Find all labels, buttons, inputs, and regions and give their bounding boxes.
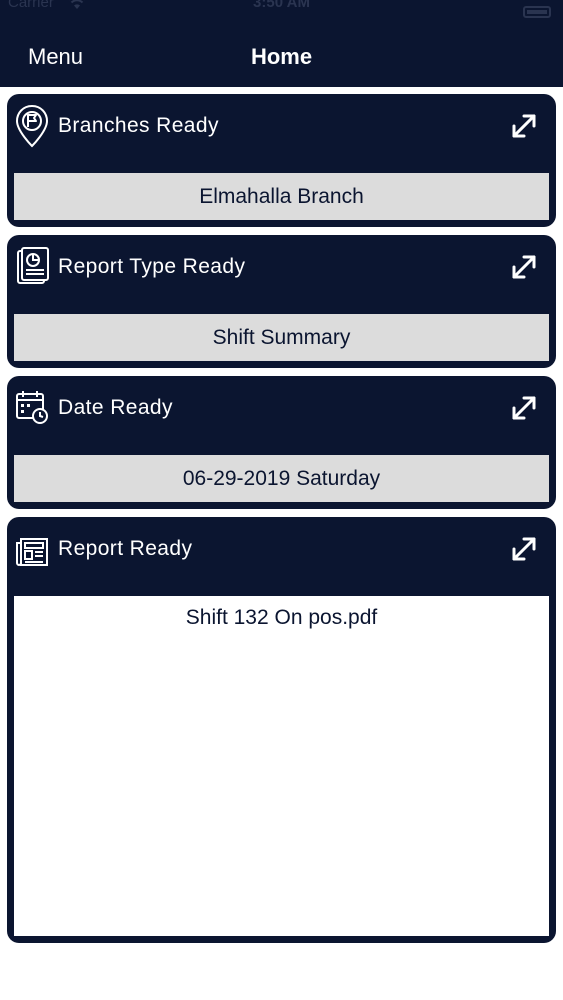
report-list: Shift 132 On pos.pdf bbox=[14, 596, 549, 936]
card-header: Date Ready bbox=[7, 376, 556, 454]
expand-button[interactable] bbox=[506, 249, 542, 285]
card-header: Branches Ready bbox=[7, 94, 556, 172]
page-title: Home bbox=[250, 44, 313, 69]
date-select[interactable]: 06-29-2019 Saturday bbox=[14, 455, 549, 502]
report-type-card: Report Type Ready Shift Summary bbox=[7, 235, 556, 368]
location-pin-icon bbox=[15, 104, 49, 148]
expand-arrows-icon bbox=[512, 114, 536, 138]
report-type-select[interactable]: Shift Summary bbox=[14, 314, 549, 361]
card-title: Report Type Ready bbox=[58, 255, 246, 278]
card-title: Date Ready bbox=[58, 396, 173, 419]
report-file-item[interactable]: Shift 132 On pos.pdf bbox=[14, 606, 549, 630]
report-document-icon bbox=[17, 247, 49, 284]
calendar-clock-icon bbox=[16, 391, 48, 424]
card-title: Report Ready bbox=[58, 537, 193, 560]
expand-button[interactable] bbox=[506, 108, 542, 144]
branches-card: Branches Ready Elmahalla Branch bbox=[7, 94, 556, 227]
expand-arrows-icon bbox=[512, 396, 536, 420]
card-header: Report Ready bbox=[7, 517, 556, 595]
card-header: Report Type Ready bbox=[7, 235, 556, 313]
expand-arrows-icon bbox=[512, 255, 536, 279]
expand-arrows-icon bbox=[512, 537, 536, 561]
date-card: Date Ready 06-29-2019 Saturday bbox=[7, 376, 556, 509]
status-bar: Carrier 3:50 AM bbox=[0, 0, 563, 30]
battery-icon bbox=[523, 6, 551, 18]
branch-select[interactable]: Elmahalla Branch bbox=[14, 173, 549, 220]
expand-button[interactable] bbox=[506, 531, 542, 567]
report-card: Report Ready Shift 132 On pos.pdf bbox=[7, 517, 556, 943]
expand-button[interactable] bbox=[506, 390, 542, 426]
app-screen: Carrier 3:50 AM Menu Home Branches Ready bbox=[0, 0, 563, 1000]
newspaper-icon bbox=[16, 538, 48, 566]
card-title: Branches Ready bbox=[58, 114, 219, 137]
nav-bar: Carrier 3:50 AM Menu Home bbox=[0, 0, 563, 87]
status-time: 3:50 AM bbox=[253, 0, 310, 11]
